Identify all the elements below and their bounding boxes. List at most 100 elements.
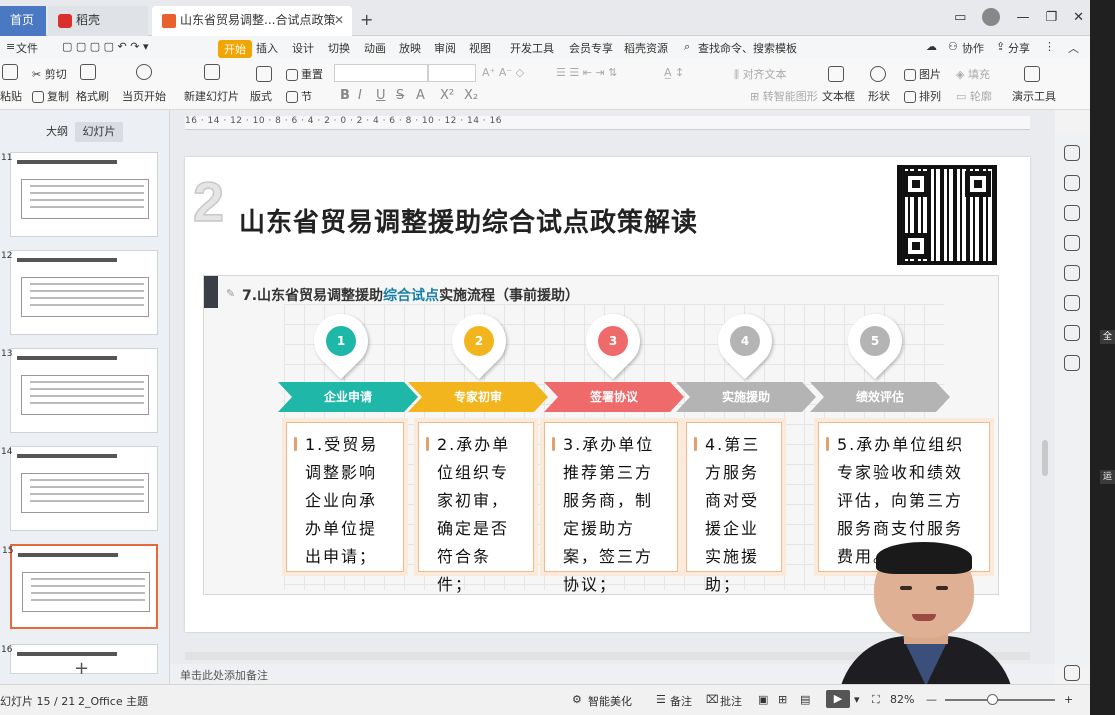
reading-view-icon[interactable]: ▤ [800,693,810,706]
menu-view[interactable]: 视图 [469,40,491,56]
properties-icon[interactable] [1064,175,1080,191]
italic-icon[interactable]: I [358,88,362,103]
zoom-slider[interactable] [945,694,1055,705]
menu-start[interactable]: 开始 [218,40,252,58]
smartart-button[interactable]: ⊞ 转智能图形 [750,88,818,104]
format-painter-icon[interactable] [80,64,99,80]
process-subtitle[interactable]: 7.山东省贸易调整援助综合试点实施流程（事前援助） [242,285,579,305]
fit-window-icon[interactable]: ⛶ [872,693,880,707]
reset-button[interactable]: 重置 [286,66,323,82]
animation-icon[interactable] [1064,205,1080,221]
smart-beautify-button[interactable]: 智能美化 [588,693,632,709]
collapse-ribbon-icon[interactable]: ︿ [1068,40,1079,56]
cube-icon[interactable] [1064,355,1080,371]
search-icon[interactable]: ⌕ [684,40,690,54]
bold-icon[interactable]: B [340,88,350,103]
play-from-current-icon[interactable] [136,64,155,80]
step-description-2[interactable]: 2.承办单位组织专家初审，确定是否符合条件； [418,422,534,594]
menu-docer-resources[interactable]: 稻壳资源 [624,40,668,56]
share-button[interactable]: 分享 [1008,40,1030,56]
notes-toggle-button[interactable]: 备注 [670,693,692,709]
list-icons[interactable]: ☰ ☰ ⇤ ⇥ ⇅ [556,66,617,79]
step-description-1[interactable]: 1.受贸易调整影响企业向承办单位提出申请； [286,422,404,572]
tab-document[interactable]: 山东省贸易调整...合试点政策宣讲✕ [152,6,352,55]
tab-home[interactable]: 首页 [0,6,46,36]
step-description-3[interactable]: 3.承办单位推荐第三方服务商，制定援助方案，签三方协议； [544,422,678,594]
add-slide-plus-icon[interactable]: + [74,658,89,679]
transition-icon[interactable] [1064,235,1080,251]
presenter-tools-icon[interactable] [1024,66,1043,82]
slide-thumbnail[interactable]: 12 [1,250,739,335]
close-window-icon[interactable]: ✕ [1073,10,1084,25]
zoom-slider-knob[interactable] [987,694,998,705]
fill-button[interactable]: ◈ 填充 [956,66,990,82]
play-options-icon[interactable]: ▾ [854,693,860,706]
tab-outline[interactable]: 大纲 [46,122,68,142]
picture-tools-icon[interactable] [1064,295,1080,311]
command-search[interactable]: 查找命令、搜索模板 [698,40,797,56]
style-icon[interactable] [1064,145,1080,161]
align-text-button[interactable]: ⫼ 对齐文本 [734,66,787,82]
section-button[interactable]: 节 [286,88,312,104]
menu-show[interactable]: 放映 [399,40,421,56]
font-name-dropdown[interactable] [334,64,428,82]
font-color-icon[interactable]: A [416,88,425,103]
subscript-icon[interactable]: X₂ [464,88,478,103]
paste-button[interactable] [2,64,21,80]
textbox-icon[interactable] [828,66,847,82]
superscript-icon[interactable]: X² [440,88,454,103]
font-size-dropdown[interactable] [428,64,476,82]
step-description-4[interactable]: 4.第三方服务商对受援企业实施援助； [686,422,782,594]
zoom-out-icon[interactable]: — [926,693,937,706]
hamburger-icon[interactable]: ≡ [6,40,15,53]
presenter-tools-button[interactable]: 演示工具 [1012,88,1056,104]
layout-icon[interactable] [256,66,275,82]
zoom-in-icon[interactable]: + [1064,693,1073,706]
menu-transition[interactable]: 切换 [328,40,350,56]
cloud-sync-icon[interactable]: ☁ [926,40,937,53]
strikethrough-icon[interactable]: S [396,88,404,103]
menu-dev-tools[interactable]: 开发工具 [510,40,554,56]
window-count-icon[interactable]: ▭ [954,10,966,25]
close-tab-icon[interactable]: ✕ [334,6,344,34]
slide-thumbnail[interactable]: 11 [1,152,739,237]
arrange-button[interactable]: 排列 [904,88,941,104]
slide-thumbnail[interactable]: 14 [1,446,739,531]
menu-insert[interactable]: 插入 [256,40,278,56]
menu-member[interactable]: 会员专享 [569,40,613,56]
quick-access-icons[interactable]: ▢ ▢ ▢ ▢ ↶ ↷ ▾ [62,40,149,53]
normal-view-icon[interactable]: ▣ [758,693,768,706]
underline-icon[interactable]: U [376,88,386,103]
new-tab-icon[interactable]: + [360,10,373,29]
tab-slides[interactable]: 幻灯片 [75,122,123,142]
vertical-scrollbar[interactable] [1042,440,1048,476]
tab-docer[interactable]: 稻壳 [48,6,148,36]
text-direction-icon[interactable]: A̲ ↕ [664,66,684,79]
slideshow-play-icon[interactable]: ▶ [826,690,850,708]
collab-button[interactable]: 协作 [962,40,984,56]
restore-icon[interactable]: ❐ [1045,10,1057,25]
more-icon[interactable]: ⋮ [1044,40,1055,53]
menu-design[interactable]: 设计 [292,40,314,56]
location-icon[interactable] [1064,325,1080,341]
font-grow-shrink-icons[interactable]: A⁺ A⁻ ◇ [482,66,524,79]
shape-icon[interactable] [870,66,889,82]
copy-button[interactable]: 复制 [32,88,69,104]
menu-animation[interactable]: 动画 [364,40,386,56]
layout-button[interactable]: 版式 [250,88,272,104]
new-slide-icon[interactable] [204,64,223,80]
menu-review[interactable]: 审阅 [434,40,456,56]
picture-button[interactable]: 图片 [904,66,941,82]
minimize-icon[interactable]: — [1016,10,1029,25]
slide-thumbnail[interactable]: 15 [2,544,740,629]
play-from-current-button[interactable]: 当页开始 [122,88,166,104]
help-icon[interactable] [1064,265,1080,281]
user-avatar[interactable] [982,8,1001,26]
format-painter-button[interactable]: 格式刷 [76,88,109,104]
cut-button[interactable]: ✂ 剪切 [32,66,67,82]
new-slide-button[interactable]: 新建幻灯片 [184,88,239,104]
textbox-button[interactable]: 文本框 [822,88,855,104]
menu-file[interactable]: 文件 [16,40,38,56]
slide-thumbnail[interactable]: 13 [1,348,739,433]
slide-title[interactable]: 山东省贸易调整援助综合试点政策解读 [239,202,698,239]
